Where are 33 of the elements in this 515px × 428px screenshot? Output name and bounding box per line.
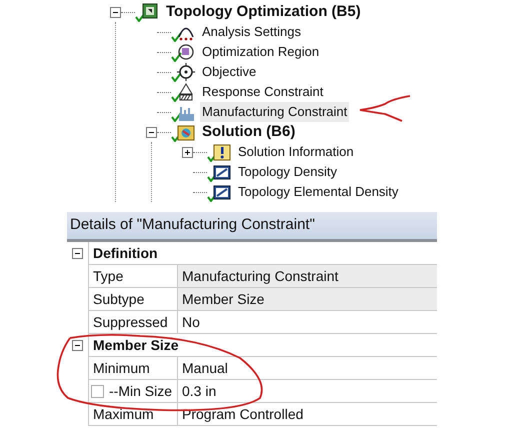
tree-item[interactable]: Solution Information bbox=[236, 142, 356, 162]
property-label: --Min Size bbox=[109, 382, 172, 400]
property-value[interactable]: Member Size bbox=[178, 288, 437, 311]
property-label: Minimum bbox=[88, 357, 178, 380]
property-value[interactable]: 0.3 in bbox=[178, 380, 437, 403]
annotation-stroke bbox=[359, 95, 410, 122]
tree-item[interactable]: Topology Optimization (B5) bbox=[164, 0, 363, 24]
section-header: Member Size bbox=[88, 334, 437, 357]
tree-item[interactable]: Objective bbox=[200, 62, 258, 82]
property-label: Suppressed bbox=[88, 311, 178, 334]
expand-toggle[interactable] bbox=[182, 146, 193, 158]
property-value[interactable]: Manual bbox=[178, 357, 437, 380]
tree-item[interactable]: Topology Density bbox=[236, 162, 339, 182]
collapse-toggle[interactable] bbox=[72, 248, 83, 259]
property-value[interactable]: No bbox=[178, 311, 437, 334]
tree-node-icon bbox=[135, 2, 159, 22]
parameter-checkbox[interactable] bbox=[91, 384, 104, 398]
tree-node-icon bbox=[171, 82, 195, 102]
tree-node-icon bbox=[207, 142, 231, 162]
panel-title: Details of "Manufacturing Constraint" bbox=[67, 212, 437, 242]
tree-item[interactable]: Topology Elemental Density bbox=[236, 182, 400, 202]
collapse-toggle[interactable] bbox=[110, 6, 121, 18]
property-value[interactable]: Manufacturing Constraint bbox=[178, 265, 437, 288]
tree-item[interactable]: Response Constraint bbox=[200, 82, 326, 102]
tree-node-icon bbox=[171, 42, 195, 62]
tree-item[interactable]: Manufacturing Constraint bbox=[200, 102, 350, 122]
tree-item[interactable]: Solution (B6) bbox=[200, 120, 298, 144]
collapse-toggle[interactable] bbox=[72, 340, 83, 351]
tree-item[interactable]: Analysis Settings bbox=[200, 22, 303, 42]
collapse-toggle[interactable] bbox=[146, 126, 157, 138]
tree-item[interactable]: Optimization Region bbox=[200, 42, 322, 62]
property-label: Maximum bbox=[88, 403, 178, 426]
tree-node-icon bbox=[171, 62, 195, 82]
